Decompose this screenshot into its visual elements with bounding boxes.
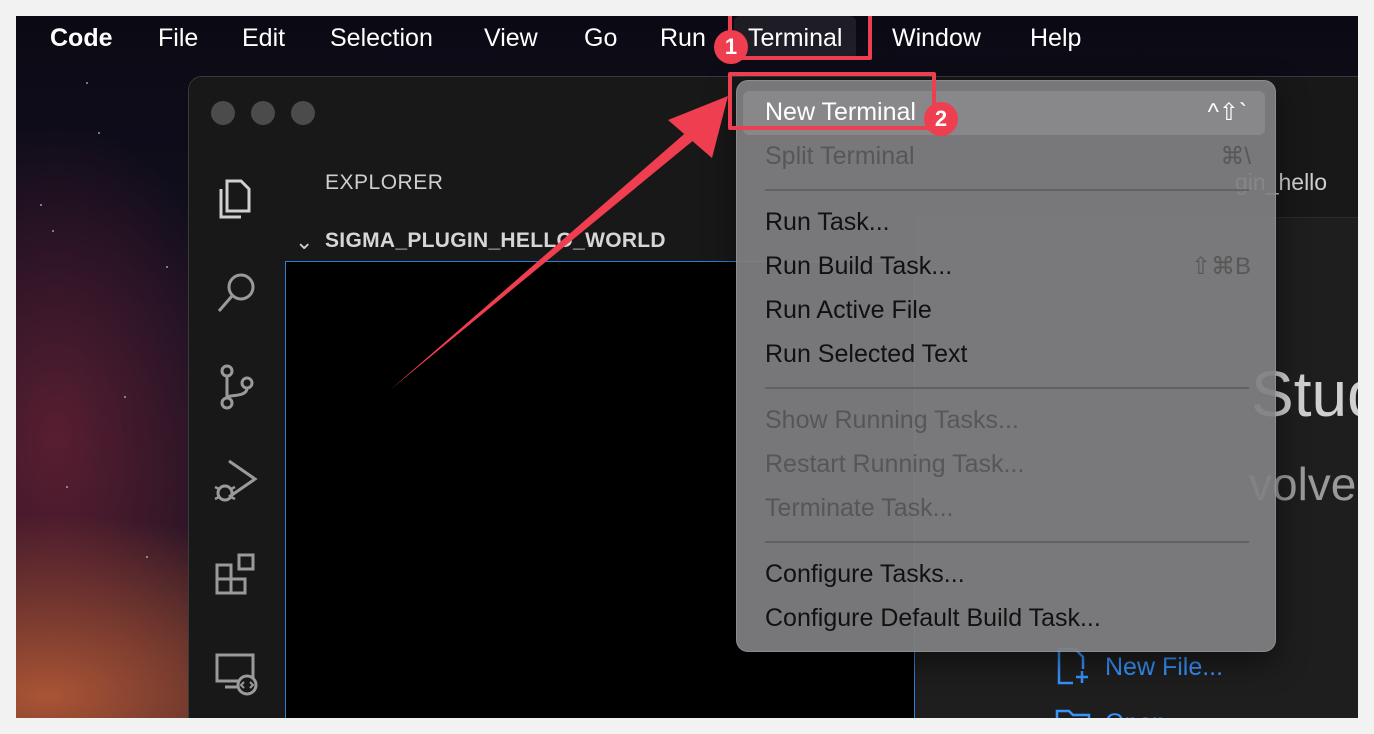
- annotation-arrow: [390, 96, 728, 390]
- desktop: Code File Edit Selection View Go Run Ter…: [16, 16, 1358, 718]
- step-badge-2: 2: [924, 102, 958, 136]
- highlight-new-terminal: [728, 72, 936, 130]
- step-badge-1: 1: [714, 30, 748, 64]
- highlight-terminal-menu: [728, 16, 872, 60]
